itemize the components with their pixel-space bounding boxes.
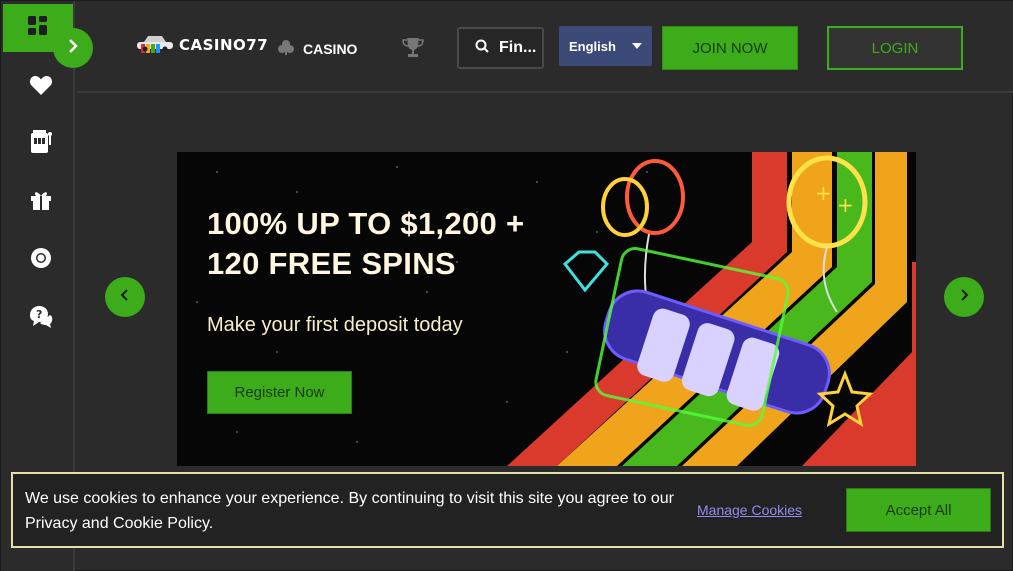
carousel-prev-button[interactable]: [105, 277, 145, 317]
banner-title-line1: 100% UP TO $1,200 +: [207, 206, 525, 241]
chevron-right-icon: [958, 288, 970, 306]
register-now-button[interactable]: Register Now: [207, 371, 352, 414]
grid-icon: [26, 14, 50, 43]
cookie-message: We use cookies to enhance your experienc…: [25, 490, 674, 532]
search-icon: [475, 39, 489, 58]
slot-machine-icon: [28, 129, 54, 160]
trophy-icon: [402, 38, 424, 62]
nav-casino-label: CASINO: [303, 40, 358, 57]
expand-sidebar-button[interactable]: [53, 28, 93, 68]
heart-icon: [29, 74, 53, 101]
svg-text:+: +: [815, 181, 832, 205]
logo-text: CASINO77: [179, 35, 269, 54]
gift-icon: [29, 188, 53, 217]
cookie-banner: We use cookies to enhance your experienc…: [11, 472, 1004, 548]
accept-all-button[interactable]: Accept All: [846, 488, 991, 532]
svg-text:?: ?: [36, 308, 42, 321]
search-placeholder: Fin...: [499, 39, 537, 56]
sidebar-item-favorites[interactable]: [25, 71, 57, 103]
cards-icon: [277, 39, 295, 58]
caret-down-icon: [632, 43, 642, 49]
banner-artwork: + +: [196, 152, 916, 466]
login-button[interactable]: LOGIN: [827, 26, 963, 70]
manage-cookies-link[interactable]: Manage Cookies: [697, 502, 802, 518]
carousel-next-button[interactable]: [944, 277, 984, 317]
sidebar-item-help[interactable]: ?: [25, 303, 57, 335]
banner-subtitle: Make your first deposit today: [207, 314, 463, 336]
language-select[interactable]: English: [559, 26, 652, 66]
language-value: English: [569, 38, 616, 54]
chevron-right-icon: [66, 38, 80, 58]
nav-tournaments[interactable]: [402, 36, 424, 63]
lifebuoy-icon: [29, 246, 53, 275]
nav-casino[interactable]: CASINO: [277, 39, 357, 58]
join-now-button[interactable]: JOIN NOW: [662, 26, 798, 70]
search-input[interactable]: Fin...: [457, 27, 544, 69]
sidebar-item-slots[interactable]: [25, 128, 57, 160]
top-header: CASINO77 CASINO Fin... English JOIN NOW …: [77, 1, 1013, 93]
casino77-logo[interactable]: CASINO77: [135, 31, 268, 58]
svg-text:+: +: [837, 193, 854, 217]
banner-title-line2: 120 FREE SPINS: [207, 246, 456, 281]
sidebar-item-support[interactable]: [25, 244, 57, 276]
sidebar-item-promotions[interactable]: [25, 186, 57, 218]
promo-banner: + + 100% UP TO $1,200 + 120 FREE SPINS M…: [177, 152, 916, 466]
banner-title: 100% UP TO $1,200 + 120 FREE SPINS: [207, 204, 537, 284]
car-logo-icon: [135, 31, 175, 58]
chat-help-icon: ?: [28, 305, 54, 334]
chevron-left-icon: [119, 288, 131, 306]
